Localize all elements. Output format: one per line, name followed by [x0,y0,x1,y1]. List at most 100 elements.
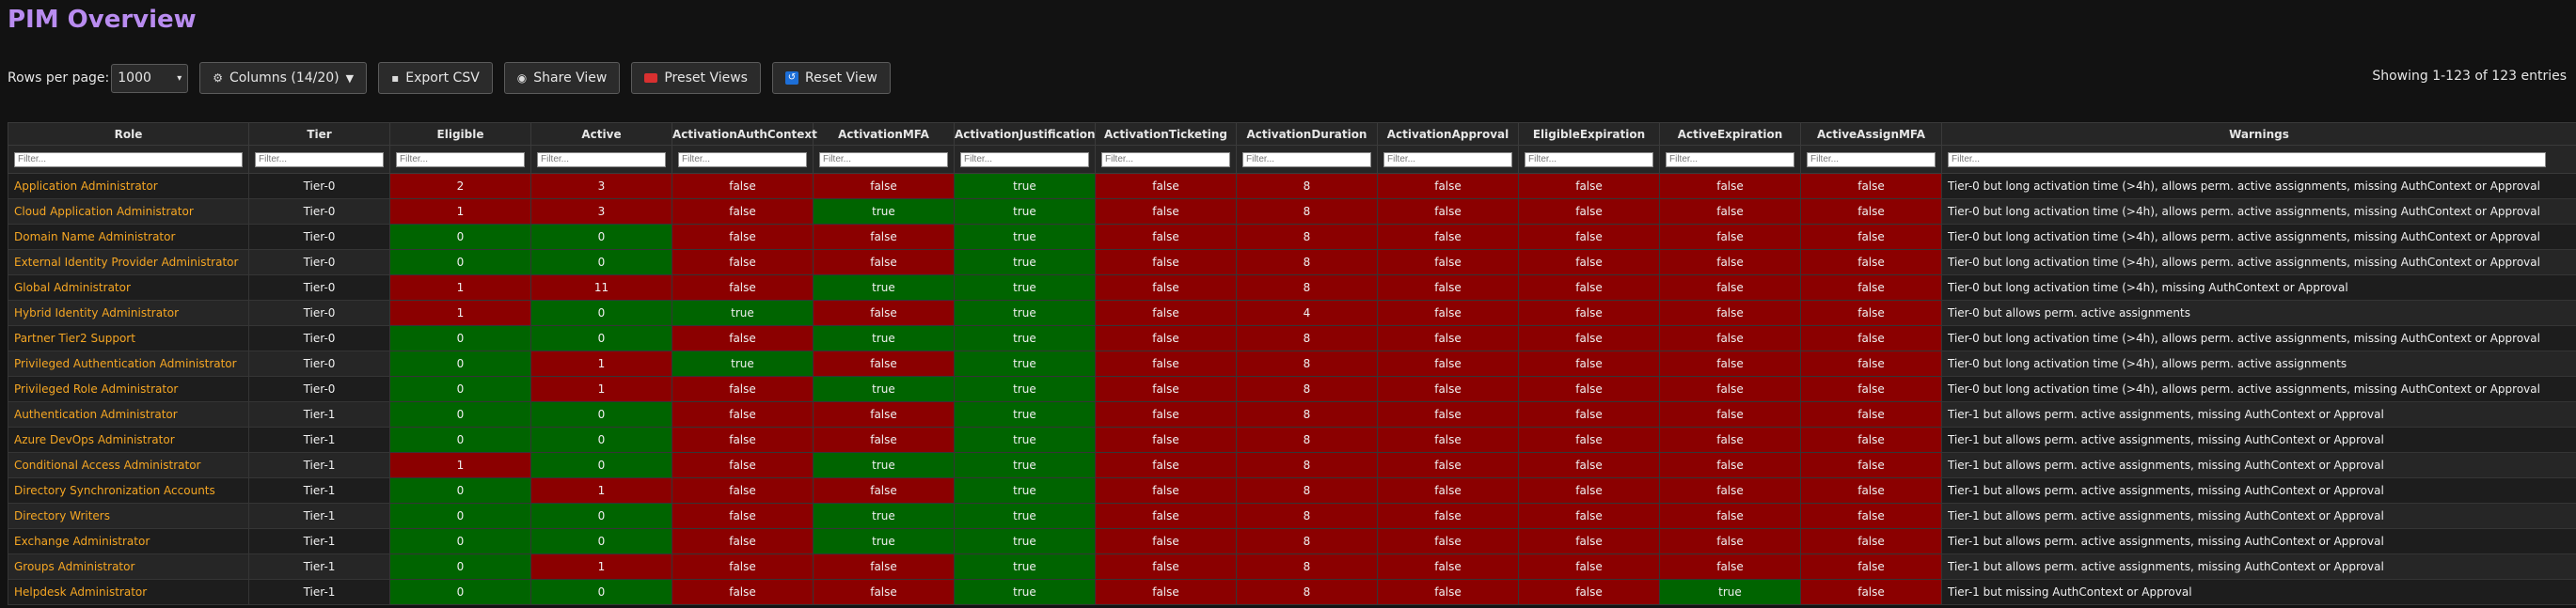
reset-view-button[interactable]: ↺ Reset View [771,62,891,94]
cell-eligibleexpiration: false [1518,274,1660,301]
filter-input-activationticketing[interactable] [1101,151,1230,167]
role-link[interactable]: Helpdesk Administrator [8,579,249,605]
cell-eligibleexpiration: false [1518,401,1660,428]
column-header-activationauthcontext[interactable]: ActivationAuthContext [672,122,817,146]
cell-eligible: 0 [389,503,531,529]
role-link[interactable]: Directory Synchronization Accounts [8,477,249,504]
table-row[interactable]: Privileged Role Administrator Tier-0 0 1 fal… [8,376,2576,402]
table-row[interactable]: External Identity Provider Administrator… [8,249,2576,275]
filter-input-activeexpiration[interactable] [1666,151,1794,167]
table-row[interactable]: Cloud Application Administrator Tier-0 1 3 f… [8,198,2576,225]
cell-activeassignmfa: false [1800,300,1942,326]
table-row[interactable]: Exchange Administrator Tier-1 0 0 false true t… [8,528,2576,554]
table-row[interactable]: Helpdesk Administrator Tier-1 0 0 false false… [8,579,2576,605]
preset-views-button[interactable]: Preset Views [631,62,761,94]
cell-activationmfa: true [813,528,955,554]
table-row[interactable]: Global Administrator Tier-0 1 11 false true tr… [8,274,2576,301]
cell-active: 0 [530,528,672,554]
table-row[interactable]: Conditional Access Administrator Tier-1 1 0… [8,452,2576,478]
role-link[interactable]: Application Administrator [8,173,249,199]
column-header-eligible[interactable]: Eligible [389,122,531,146]
column-header-warnings[interactable]: Warnings [1941,122,2576,146]
column-header-activeexpiration[interactable]: ActiveExpiration [1659,122,1801,146]
role-link[interactable]: Global Administrator [8,274,249,301]
cell-tier: Tier-0 [248,224,390,250]
filter-input-tier[interactable] [255,151,384,167]
filter-input-activationauthcontext[interactable] [678,151,807,167]
cell-eligibleexpiration: false [1518,173,1660,199]
table-row[interactable]: Groups Administrator Tier-1 0 1 false false tr… [8,553,2576,580]
table-row[interactable]: Authentication Administrator Tier-1 0 0 fals… [8,401,2576,428]
column-header-tier[interactable]: Tier [248,122,390,146]
cell-activeexpiration: false [1659,528,1801,554]
share-view-button[interactable]: ◉ Share View [503,62,621,94]
column-header-active[interactable]: Active [530,122,672,146]
filter-input-activeassignmfa[interactable] [1807,151,1936,167]
table-row[interactable]: Privileged Authentication Administrator T… [8,351,2576,377]
toolbar: Rows per page: 1000 ▾ ⚙ Columns (14/20) … [8,62,891,94]
cell-activationmfa: true [813,325,955,351]
role-link[interactable]: External Identity Provider Administrator [8,249,249,275]
role-link[interactable]: Privileged Authentication Administrator [8,351,249,377]
cell-activeexpiration: false [1659,401,1801,428]
role-link[interactable]: Groups Administrator [8,553,249,580]
table-row[interactable]: Application Administrator Tier-0 2 3 false fa… [8,173,2576,199]
role-link[interactable]: Authentication Administrator [8,401,249,428]
cell-warnings: Tier-0 but long activation time (>4h), a… [1941,198,2576,225]
column-header-activationticketing[interactable]: ActivationTicketing [1095,122,1237,146]
cell-activationauthcontext: false [672,401,814,428]
cell-warnings: Tier-0 but long activation time (>4h), m… [1941,274,2576,301]
table-row[interactable]: Directory Writers Tier-1 0 0 false true true fa… [8,503,2576,529]
role-link[interactable]: Domain Name Administrator [8,224,249,250]
role-link[interactable]: Cloud Application Administrator [8,198,249,225]
role-link[interactable]: Azure DevOps Administrator [8,427,249,453]
cell-activationduration: 8 [1236,579,1378,605]
cell-warnings: Tier-0 but long activation time (>4h), a… [1941,224,2576,250]
column-header-eligibleexpiration[interactable]: EligibleExpiration [1518,122,1660,146]
cell-activeexpiration: false [1659,325,1801,351]
column-header-role[interactable]: Role [8,122,249,146]
role-link[interactable]: Hybrid Identity Administrator [8,300,249,326]
cell-activationduration: 8 [1236,452,1378,478]
cell-activationmfa: true [813,274,955,301]
cell-activationmfa: false [813,249,955,275]
column-header-activationapproval[interactable]: ActivationApproval [1377,122,1519,146]
role-link[interactable]: Directory Writers [8,503,249,529]
table-row[interactable]: Hybrid Identity Administrator Tier-0 1 0 tru… [8,300,2576,326]
filter-input-warnings[interactable] [1948,151,2546,167]
role-link[interactable]: Conditional Access Administrator [8,452,249,478]
cell-activationauthcontext: false [672,376,814,402]
cell-activeassignmfa: false [1800,579,1942,605]
filter-input-activationapproval[interactable] [1383,151,1512,167]
table-row[interactable]: Azure DevOps Administrator Tier-1 0 0 false f… [8,427,2576,453]
filter-input-active[interactable] [537,151,666,167]
cell-active: 0 [530,300,672,326]
role-link[interactable]: Exchange Administrator [8,528,249,554]
cell-activeexpiration: true [1659,579,1801,605]
export-csv-button[interactable]: ▪ Export CSV [378,62,493,94]
cell-activationapproval: false [1377,477,1519,504]
columns-button[interactable]: ⚙ Columns (14/20) ▼ [199,62,368,94]
column-header-activationmfa[interactable]: ActivationMFA [813,122,955,146]
filter-input-activationjustification[interactable] [960,151,1089,167]
table-row[interactable]: Domain Name Administrator Tier-0 0 0 false fa… [8,224,2576,250]
table-row[interactable]: Partner Tier2 Support Tier-0 0 0 false true tr… [8,325,2576,351]
column-header-activeassignmfa[interactable]: ActiveAssignMFA [1800,122,1942,146]
column-header-activationduration[interactable]: ActivationDuration [1236,122,1378,146]
cell-eligible: 2 [389,173,531,199]
filter-input-activationmfa[interactable] [819,151,948,167]
filter-input-eligibleexpiration[interactable] [1525,151,1653,167]
pim-table: Role Tier Eligible Active ActivationAuthCont… [8,122,2576,605]
cell-activeassignmfa: false [1800,325,1942,351]
filter-input-eligible[interactable] [396,151,525,167]
cell-activationjustification: true [954,249,1096,275]
filter-input-role[interactable] [14,151,243,167]
column-header-activationjustification[interactable]: ActivationJustification [954,122,1096,146]
filter-input-activationduration[interactable] [1242,151,1371,167]
rows-per-page-select[interactable]: 1000 ▾ [111,63,189,93]
cell-activationticketing: false [1095,579,1237,605]
cell-activationduration: 8 [1236,401,1378,428]
role-link[interactable]: Privileged Role Administrator [8,376,249,402]
table-row[interactable]: Directory Synchronization Accounts Tier-1… [8,477,2576,504]
role-link[interactable]: Partner Tier2 Support [8,325,249,351]
